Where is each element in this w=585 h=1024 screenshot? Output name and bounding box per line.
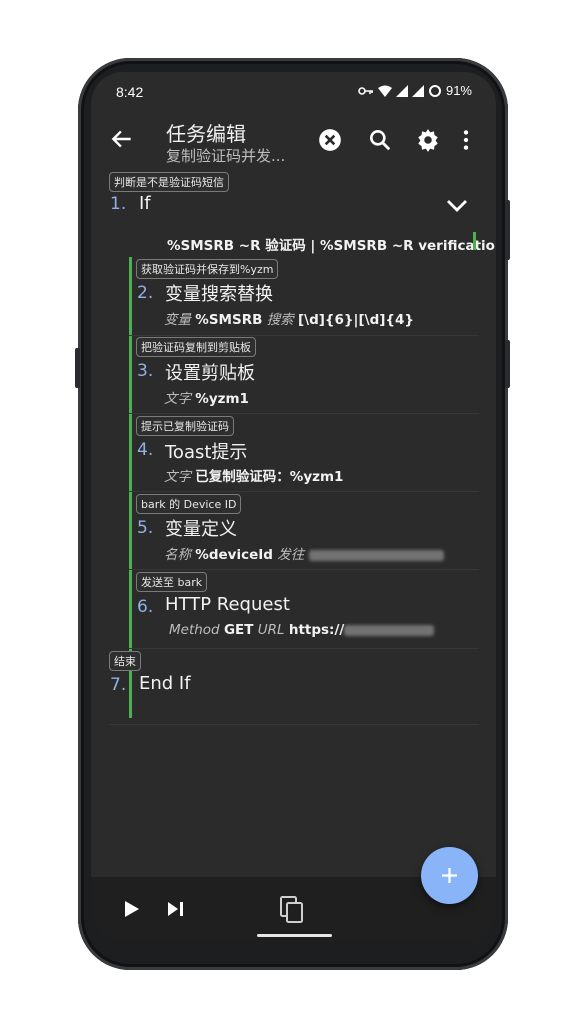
action-number: 1. <box>110 194 127 214</box>
action-name: 设置剪贴板 <box>165 363 255 384</box>
search-icon[interactable] <box>367 127 393 153</box>
action-params: 变量 %SMSRB 搜索 [\d]{6}|[\d]{4} <box>164 312 415 328</box>
divider <box>129 569 479 570</box>
step-forward-icon[interactable] <box>167 900 185 918</box>
divider <box>129 413 479 414</box>
signal-icon <box>395 84 408 97</box>
battery-percent: 91% <box>445 83 472 98</box>
action-name: Toast提示 <box>165 442 248 463</box>
status-time: 8:42 <box>116 84 144 100</box>
action-number: 4. <box>137 440 154 460</box>
action-params: 文字 已复制验证码：%yzm1 <box>164 469 344 485</box>
battery-ring-icon <box>428 84 441 97</box>
signal-icon-2 <box>411 84 424 97</box>
app-toolbar: 任务编辑 复制验证码并发... <box>91 112 496 172</box>
action-label: bark 的 Device ID <box>136 494 242 514</box>
action-label: 提示已复制验证码 <box>136 416 234 436</box>
page-subtitle: 复制验证码并发... <box>166 147 286 165</box>
play-icon[interactable] <box>124 900 140 918</box>
action-number: 3. <box>137 361 154 381</box>
gear-icon[interactable] <box>415 127 441 153</box>
action-label: 判断是不是验证码短信 <box>109 172 229 192</box>
status-icons: 91% <box>358 83 472 98</box>
wifi-icon <box>377 85 392 97</box>
side-key <box>75 348 80 388</box>
clear-icon[interactable] <box>317 127 343 153</box>
copy-icon[interactable] <box>280 896 304 924</box>
action-label: 结束 <box>109 651 141 671</box>
page-title: 任务编辑 <box>166 122 246 146</box>
add-action-button[interactable] <box>421 847 478 904</box>
action-label: 获取验证码并保存到%yzm <box>136 259 279 279</box>
divider <box>129 648 479 649</box>
action-params: 文字 %yzm1 <box>164 391 249 407</box>
chevron-down-icon[interactable] <box>445 198 469 214</box>
power-button <box>505 340 510 388</box>
divider <box>129 335 479 336</box>
if-condition: %SMSRB ~R 验证码 | %SMSRB ~R verification <box>167 238 496 254</box>
condition-marker <box>473 232 476 250</box>
action-number: 7. <box>110 675 127 695</box>
action-params: 名称 %deviceId 发往 <box>164 543 444 563</box>
gesture-nav-handle[interactable] <box>257 934 332 937</box>
action-label: 把验证码复制到剪贴板 <box>136 337 256 357</box>
action-number: 6. <box>137 597 154 617</box>
redacted-value <box>344 624 435 636</box>
redacted-value <box>308 549 444 561</box>
vpn-key-icon <box>358 86 373 95</box>
action-name: End If <box>139 673 191 694</box>
overflow-menu-icon[interactable] <box>459 127 473 153</box>
status-bar: 8:42 91% <box>91 72 496 112</box>
action-name: 变量搜索替换 <box>165 284 273 305</box>
action-name: HTTP Request <box>165 594 290 615</box>
action-label: 发送至 bark <box>136 572 208 592</box>
action-number: 5. <box>137 518 154 538</box>
screen: 8:42 91% 任务编辑 复制验证码并发... 判断是不是验证码短信 1. I… <box>91 72 496 940</box>
plus-icon <box>442 868 457 883</box>
back-arrow-icon[interactable] <box>109 126 135 152</box>
divider <box>109 724 479 725</box>
volume-button <box>505 200 510 260</box>
divider <box>129 491 479 492</box>
action-params: Method GET URL https:// <box>169 622 435 638</box>
action-name: 变量定义 <box>165 519 237 540</box>
action-number: 2. <box>137 283 154 303</box>
action-name: If <box>139 193 151 214</box>
